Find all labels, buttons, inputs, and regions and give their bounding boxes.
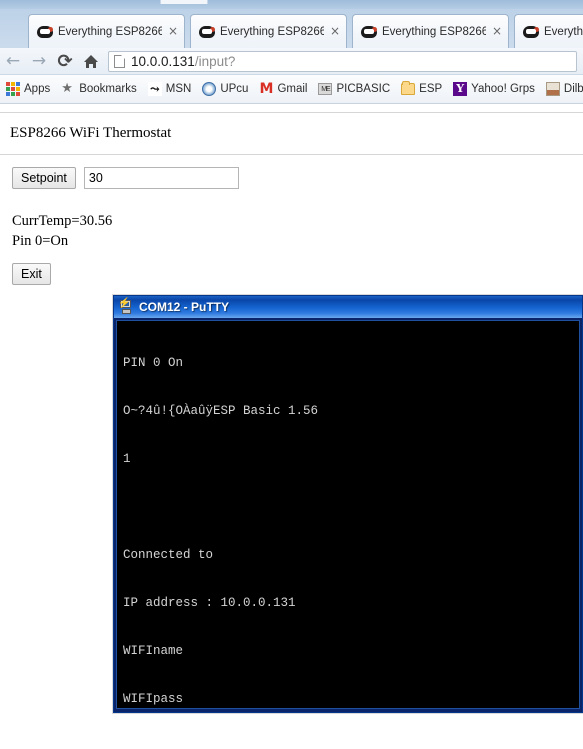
terminal-line: PIN 0 On	[123, 356, 184, 370]
terminal-line: WIFIpass	[123, 692, 184, 706]
tab-4[interactable]: Everything	[514, 14, 583, 48]
bookmark-label: PICBASIC	[336, 83, 391, 95]
tab-label: Everything ESP8266 -	[220, 25, 324, 38]
bookmark-label: Dilb	[563, 83, 583, 95]
bookmark-bookmarks[interactable]: ★ Bookmarks	[61, 82, 137, 96]
gmail-icon: M	[259, 81, 274, 97]
terminal-line: WIFIname	[123, 644, 184, 658]
bookmark-label: MSN	[165, 83, 192, 95]
putty-title-text: COM12 - PuTTY	[139, 300, 230, 314]
bookmark-picbasic[interactable]: ME PICBASIC	[318, 83, 390, 95]
browser-chrome: Everything ESP8266 - × Everything ESP826…	[0, 0, 583, 104]
tab-2[interactable]: Everything ESP8266 - ×	[190, 14, 347, 48]
forward-button[interactable]: →	[26, 48, 52, 74]
tab-strip: Everything ESP8266 - × Everything ESP826…	[0, 0, 583, 48]
dilbert-icon	[545, 82, 560, 96]
bookmark-gmail[interactable]: M Gmail	[259, 82, 307, 96]
address-path: /input?	[194, 53, 236, 69]
star-icon: ★	[61, 81, 73, 96]
back-button[interactable]: ←	[0, 48, 26, 74]
exit-button[interactable]: Exit	[12, 263, 51, 285]
browser-toolbar: ← → ⟳ 10.0.0.131/input?	[0, 48, 583, 75]
bookmark-dilbert[interactable]: Dilb	[545, 82, 583, 96]
terminal-line: Connected to	[123, 548, 214, 562]
bookmark-esp[interactable]: ESP	[401, 81, 443, 95]
bookmark-yahoo-grps[interactable]: Y Yahoo! Grps	[453, 82, 535, 96]
current-temp-text: CurrTemp=30.56	[12, 213, 113, 229]
upcu-icon	[202, 82, 217, 96]
bookmark-label: Bookmarks	[79, 83, 137, 95]
bookmark-label: Apps	[24, 83, 51, 95]
esp8266-favicon	[361, 24, 377, 40]
window-edge-highlight	[160, 0, 208, 4]
msn-icon: ⤳	[147, 82, 162, 96]
bookmarks-bar: Apps ★ Bookmarks ⤳ MSN UPcu M Gmail ME P…	[0, 75, 583, 104]
tab-3[interactable]: Everything ESP8266 - ×	[352, 14, 509, 48]
esp8266-favicon	[199, 24, 215, 40]
picbasic-icon: ME	[318, 83, 333, 95]
folder-icon	[401, 81, 416, 95]
bookmark-apps[interactable]: Apps	[6, 82, 50, 96]
bookmark-label: UPcu	[220, 83, 249, 95]
yahoo-icon: Y	[453, 82, 468, 96]
page-title: ESP8266 WiFi Thermostat	[10, 125, 172, 141]
terminal-line: O~?4û!{OÀaûÿESP Basic 1.56	[123, 404, 319, 418]
tab-label: Everything ESP8266 -	[382, 25, 486, 38]
setpoint-input[interactable]: 30	[83, 167, 239, 189]
tab-label: Everything ESP8266 -	[58, 25, 162, 38]
bookmark-msn[interactable]: ⤳ MSN	[147, 82, 192, 96]
esp8266-favicon	[37, 24, 53, 40]
address-host: 10.0.0.131	[131, 53, 195, 69]
home-icon	[84, 54, 98, 68]
putty-terminal[interactable]: PIN 0 On O~?4û!{OÀaûÿESP Basic 1.56 1 Co…	[116, 320, 580, 709]
terminal-line: 1	[123, 452, 131, 466]
page-icon	[114, 54, 125, 68]
terminal-line: IP address : 10.0.0.131	[123, 596, 296, 610]
close-icon[interactable]: ×	[166, 24, 180, 39]
setpoint-form: Setpoint 30	[0, 155, 583, 189]
home-button[interactable]	[78, 48, 104, 74]
window-top-edge	[0, 0, 583, 9]
tab-1[interactable]: Everything ESP8266 - ×	[28, 14, 185, 48]
putty-icon: ⚡	[118, 299, 134, 315]
setpoint-button[interactable]: Setpoint	[12, 167, 76, 189]
esp8266-favicon	[523, 24, 539, 40]
terminal-output: PIN 0 On O~?4û!{OÀaûÿESP Basic 1.56 1 Co…	[117, 321, 579, 708]
apps-grid-icon	[6, 82, 20, 96]
exit-form: Exit	[0, 251, 583, 285]
close-icon[interactable]: ×	[328, 24, 342, 39]
address-bar[interactable]: 10.0.0.131/input?	[108, 50, 577, 72]
tab-label: Everything	[544, 25, 583, 38]
putty-title-bar[interactable]: ⚡ COM12 - PuTTY	[114, 296, 582, 318]
bookmark-label: Gmail	[277, 83, 308, 95]
close-icon[interactable]: ×	[490, 24, 504, 39]
pin-state-text: Pin 0=On	[12, 233, 69, 249]
reload-button[interactable]: ⟳	[52, 48, 78, 74]
bookmark-upcu[interactable]: UPcu	[202, 82, 248, 96]
bookmark-label: ESP	[419, 83, 443, 95]
screen: Everything ESP8266 - × Everything ESP826…	[0, 0, 583, 749]
bookmark-label: Yahoo! Grps	[471, 83, 535, 95]
putty-window[interactable]: ⚡ COM12 - PuTTY PIN 0 On O~?4û!{OÀaûÿESP…	[113, 295, 583, 713]
